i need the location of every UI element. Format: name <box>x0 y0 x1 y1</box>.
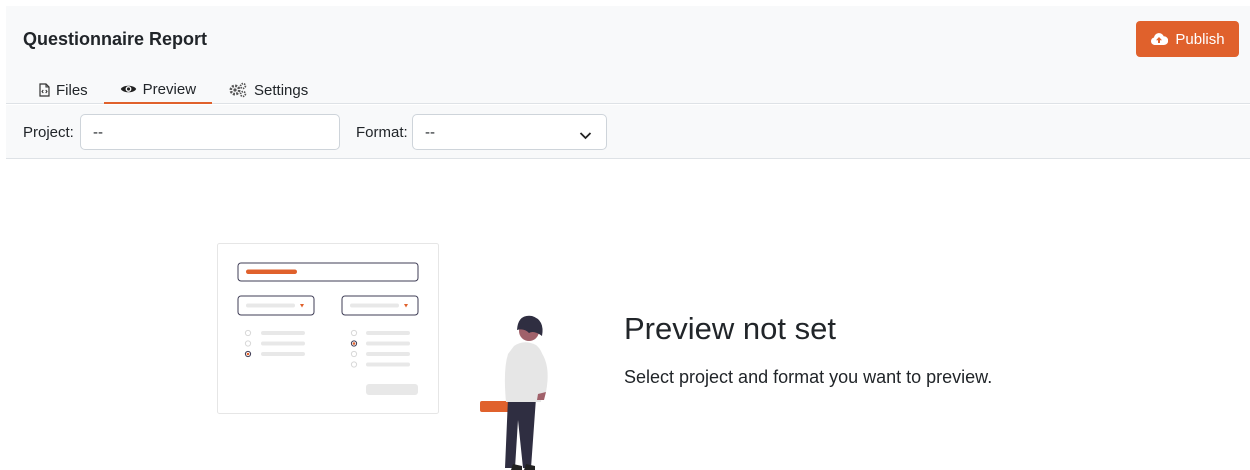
empty-state-title: Preview not set <box>624 311 836 346</box>
empty-state-illustration <box>217 243 548 470</box>
form-mockup-card <box>217 243 439 414</box>
empty-state-subtitle: Select project and format you want to pr… <box>624 367 993 387</box>
person-figure <box>480 315 548 470</box>
